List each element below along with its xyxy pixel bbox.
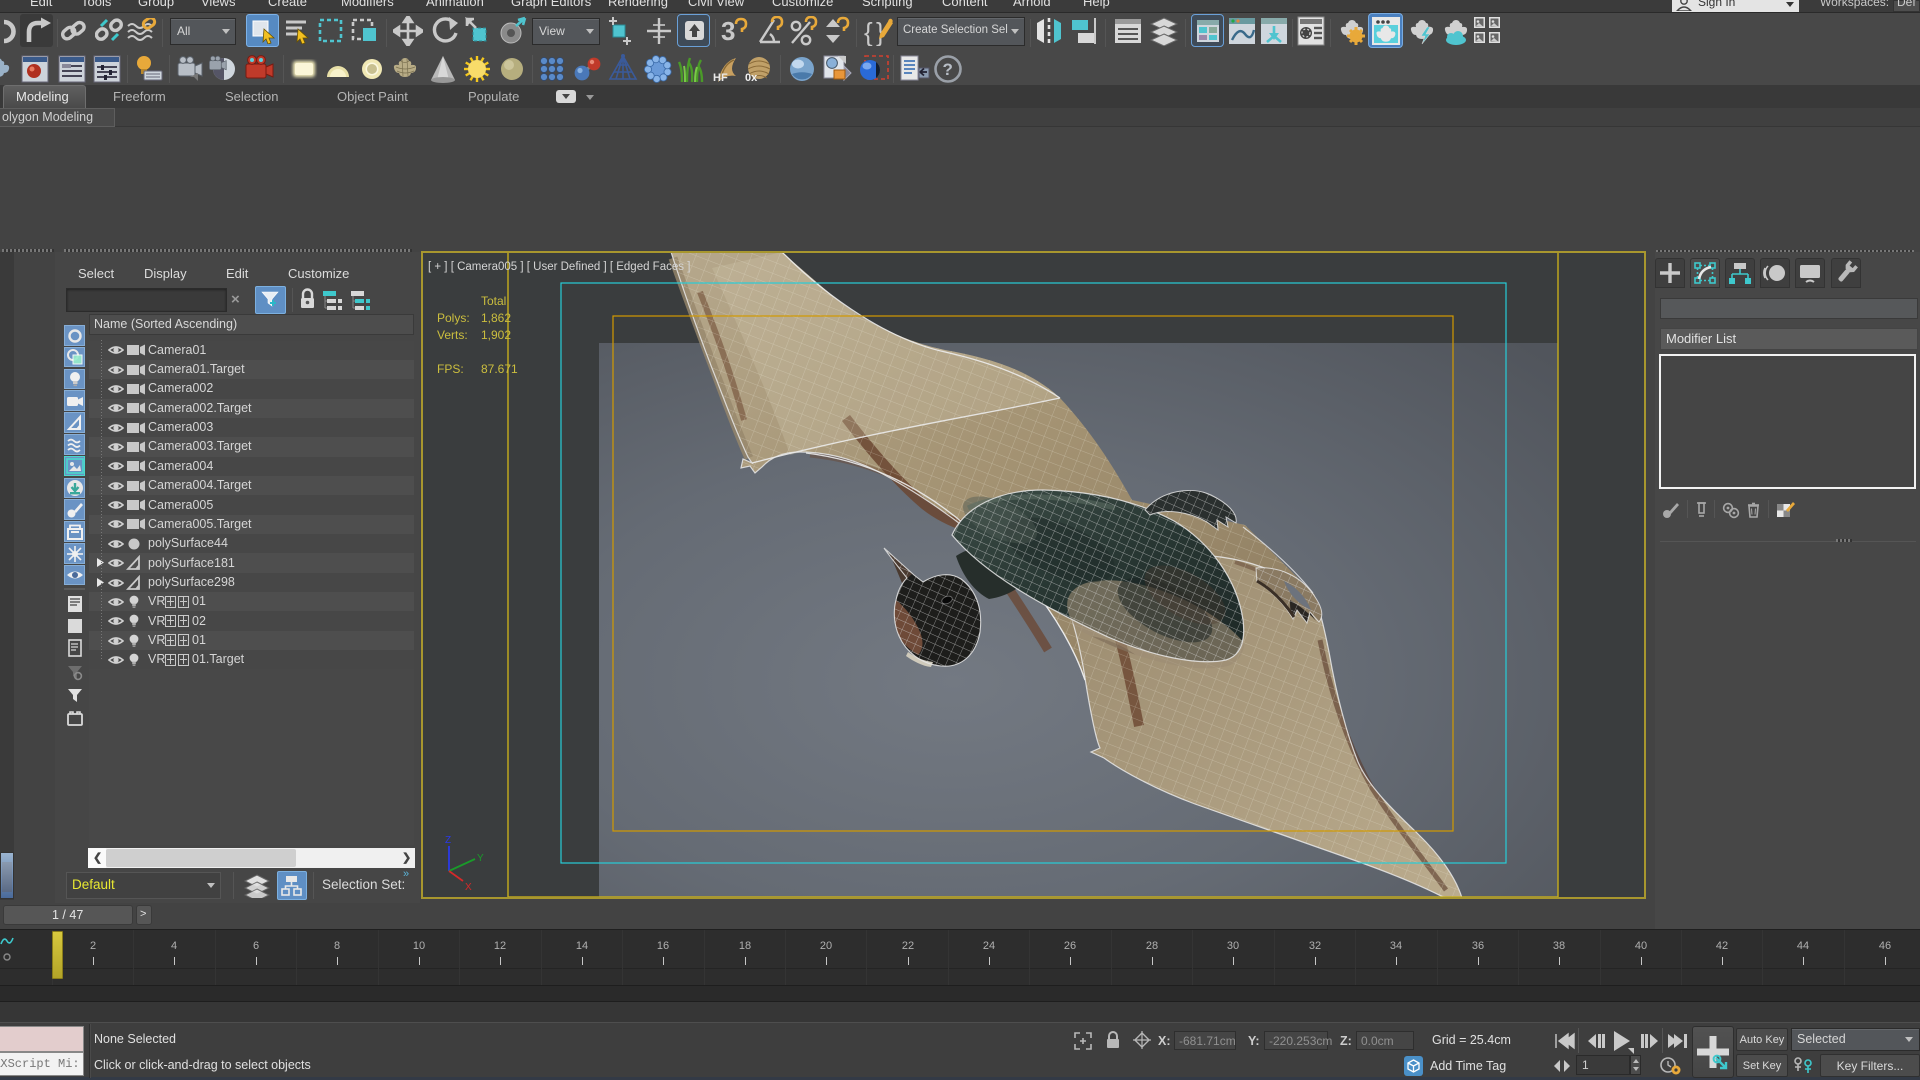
svg-text:?: ? (943, 60, 953, 79)
svg-text:1,862: 1,862 (481, 311, 511, 325)
svg-text:Y: Y (477, 853, 484, 864)
svg-text:FPS:: FPS: (437, 362, 464, 376)
svg-text:X: X (465, 882, 472, 893)
svg-text:3: 3 (721, 16, 735, 46)
svg-text:Total: Total (481, 294, 506, 308)
svg-text:Z: Z (445, 835, 451, 846)
svg-text:Polys:: Polys: (437, 311, 470, 325)
svg-text:Verts:: Verts: (437, 328, 468, 342)
svg-text:[ + ] [ Camera005 ] [ User Def: [ + ] [ Camera005 ] [ User Defined ] [ E… (428, 261, 690, 273)
svg-text:1,902: 1,902 (481, 328, 511, 342)
svg-text:0x: 0x (745, 72, 758, 84)
svg-text:HF: HF (713, 72, 728, 84)
svg-text:87.671: 87.671 (481, 362, 518, 376)
svg-text:{: { (864, 17, 873, 46)
